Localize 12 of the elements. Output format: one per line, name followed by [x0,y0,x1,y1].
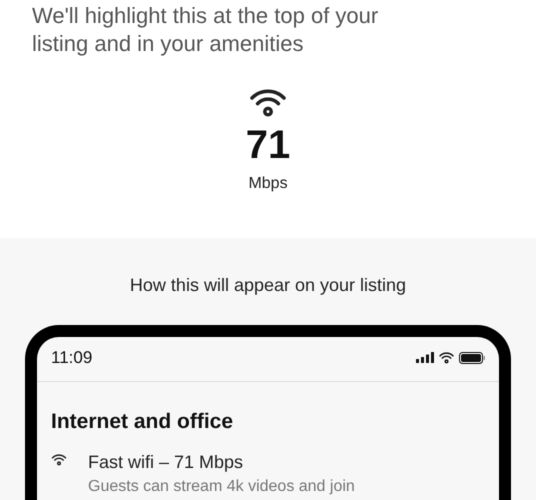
amenity-title: Fast wifi – 71 Mbps [88,451,244,473]
signal-icon [416,352,434,364]
intro-text: We'll highlight this at the top of your listing and in your amenities [31,2,380,58]
wifi-status-icon [438,351,455,364]
section-title: Internet and office [51,408,234,434]
speed-unit: Mbps [248,174,288,194]
status-time: 11:09 [51,347,92,369]
battery-icon [459,352,485,364]
speed-value: 71 [246,122,290,168]
wifi-amenity-icon [51,453,67,466]
amenity-description: Guests can stream 4k videos and join [88,477,355,497]
preview-heading: How this will appear on your listing [130,274,406,297]
